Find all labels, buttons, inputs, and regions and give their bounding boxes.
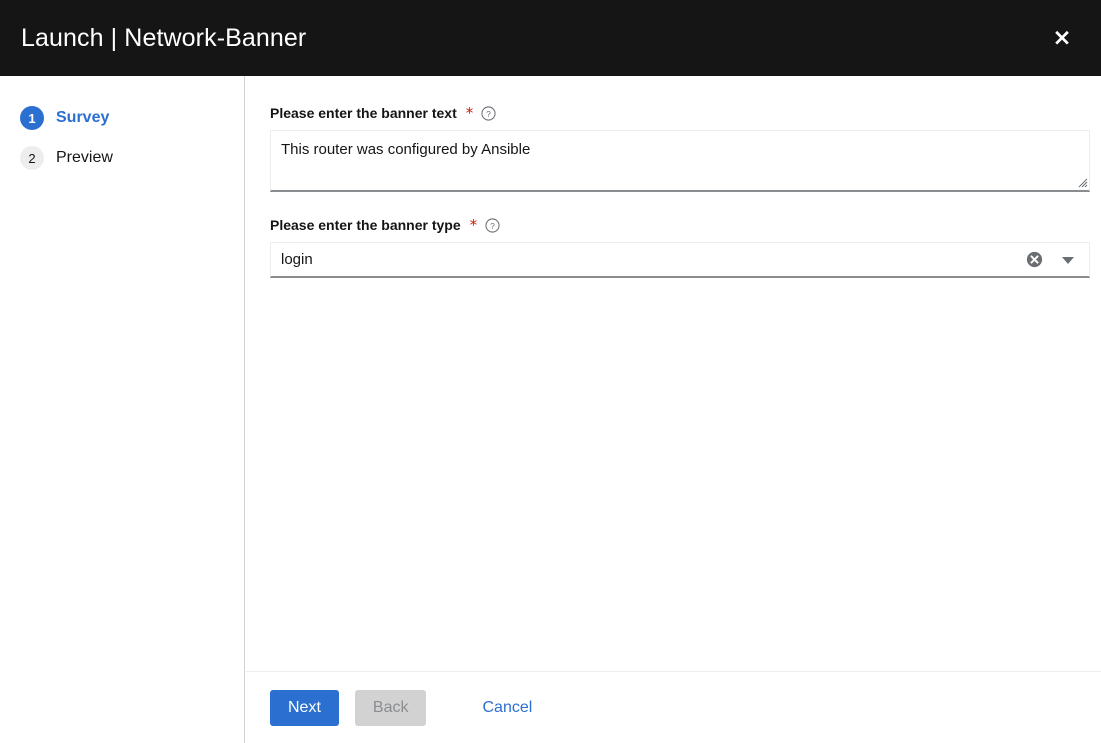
step-number-badge: 2 [20,146,44,170]
banner-type-input[interactable] [270,242,1090,278]
cancel-button[interactable]: Cancel [474,690,540,726]
next-button[interactable]: Next [270,689,339,726]
help-circle-icon[interactable]: ? [481,105,496,121]
clear-circle-icon[interactable] [1025,250,1044,269]
modal-header: Launch | Network-Banner × [0,0,1101,76]
wizard-footer: Next Back Cancel [246,671,1101,743]
wizard-main: Please enter the banner text * ? This ro… [246,76,1101,743]
wizard-step-preview[interactable]: 2 Preview [0,138,244,178]
banner-text-input[interactable] [270,130,1090,192]
banner-type-wrapper [270,242,1090,278]
wizard-step-label: Survey [56,109,110,126]
chevron-down-icon[interactable] [1060,254,1076,266]
svg-text:?: ? [486,108,491,118]
banner-text-label: Please enter the banner text [270,105,457,121]
form-group-banner-type: Please enter the banner type * ? [270,216,1091,278]
page-title: Launch | Network-Banner [21,23,307,52]
banner-type-label: Please enter the banner type [270,217,461,233]
wizard-nav: 1 Survey 2 Preview [0,76,245,743]
close-button[interactable]: × [1041,17,1083,59]
svg-text:?: ? [490,220,495,230]
wizard-step-survey[interactable]: 1 Survey [0,98,244,138]
banner-text-wrapper [270,130,1090,192]
survey-form: Please enter the banner text * ? This ro… [246,76,1101,671]
step-number-badge: 1 [20,106,44,130]
form-group-banner-text: Please enter the banner text * ? [270,104,1091,192]
field-label-row: Please enter the banner text * ? [270,104,1091,122]
required-asterisk: * [469,215,478,234]
back-button: Back [354,689,427,726]
help-circle-icon[interactable]: ? [485,217,500,233]
field-label-row: Please enter the banner type * ? [270,216,1091,234]
caret-shape [1062,256,1074,264]
wizard-step-label: Preview [56,149,113,166]
close-icon: × [1052,24,1072,51]
required-asterisk: * [465,103,474,122]
modal-body: 1 Survey 2 Preview Please enter the bann… [0,76,1101,743]
